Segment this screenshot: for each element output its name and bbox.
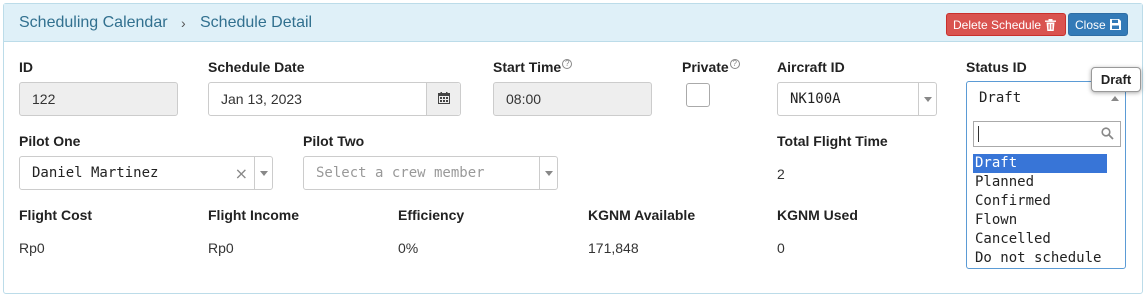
id-field[interactable]: 122 <box>19 82 178 116</box>
schedule-date-field[interactable]: Jan 13, 2023 <box>208 82 461 116</box>
breadcrumb-current: Schedule Detail <box>200 14 313 31</box>
pilot-one-select[interactable]: Daniel Martinez × <box>19 156 273 190</box>
calendar-button[interactable] <box>426 83 460 115</box>
save-icon <box>1109 19 1121 30</box>
calendar-icon <box>437 91 450 107</box>
pilot-one-label: Pilot One <box>19 133 81 149</box>
status-option-planned[interactable]: Planned <box>973 173 1121 192</box>
kgnm-used-value: 0 <box>777 240 785 256</box>
private-label: Private? <box>682 59 740 75</box>
id-label: ID <box>19 59 33 75</box>
flight-cost-value: Rp0 <box>19 240 45 256</box>
flight-income-value: Rp0 <box>208 240 234 256</box>
chevron-down-icon[interactable] <box>918 83 936 115</box>
private-help-icon[interactable]: ? <box>729 59 740 69</box>
chevron-down-icon[interactable] <box>539 157 557 189</box>
start-time-label-text: Start Time <box>493 59 562 75</box>
aircraft-id-label: Aircraft ID <box>777 59 845 75</box>
status-id-dropdown[interactable]: Draft Draft Planned Confirmed Flown Canc… <box>966 81 1126 269</box>
kgnm-available-label: KGNM Available <box>588 207 696 223</box>
status-search-input[interactable] <box>973 121 1121 147</box>
breadcrumb-separator: › <box>181 15 186 31</box>
flight-income-label: Flight Income <box>208 207 299 223</box>
efficiency-value: 0% <box>398 240 419 256</box>
pilot-two-select[interactable]: Select a crew member <box>303 156 558 190</box>
close-label: Close <box>1075 17 1106 32</box>
chevron-up-icon[interactable] <box>1111 96 1119 101</box>
search-icon <box>1101 127 1114 143</box>
text-cursor <box>978 126 979 142</box>
trash-icon <box>1045 18 1057 31</box>
pilot-two-placeholder: Select a crew member <box>316 165 485 181</box>
status-id-label: Status ID <box>966 59 1027 75</box>
efficiency-label: Efficiency <box>398 207 465 223</box>
close-button[interactable]: Close <box>1068 13 1128 36</box>
pilot-two-label: Pilot Two <box>303 133 365 149</box>
status-option-cancelled[interactable]: Cancelled <box>973 230 1121 249</box>
start-time-field[interactable]: 08:00 <box>493 82 652 116</box>
status-option-draft[interactable]: Draft <box>973 154 1107 173</box>
private-checkbox[interactable] <box>686 83 710 107</box>
aircraft-id-value: NK100A <box>790 91 841 107</box>
delete-schedule-button[interactable]: Delete Schedule <box>946 13 1066 36</box>
status-option-confirmed[interactable]: Confirmed <box>973 192 1121 211</box>
status-option-do-not-schedule[interactable]: Do not schedule <box>973 249 1121 268</box>
clear-icon[interactable]: × <box>235 164 248 183</box>
pilot-one-value: Daniel Martinez <box>32 165 159 181</box>
schedule-date-value: Jan 13, 2023 <box>221 91 302 107</box>
kgnm-available-value: 171,848 <box>588 240 639 256</box>
kgnm-used-label: KGNM Used <box>777 207 858 223</box>
total-flight-time-value: 2 <box>777 166 785 182</box>
status-options-list: Draft Planned Confirmed Flown Cancelled … <box>973 154 1121 268</box>
aircraft-id-select[interactable]: NK100A <box>777 82 937 116</box>
chevron-down-icon[interactable] <box>254 157 272 189</box>
start-time-help-icon[interactable]: ? <box>562 59 573 69</box>
status-id-value: Draft <box>979 90 1022 106</box>
schedule-date-label: Schedule Date <box>208 59 305 75</box>
total-flight-time-label: Total Flight Time <box>777 133 888 149</box>
status-option-flown[interactable]: Flown <box>973 211 1121 230</box>
delete-schedule-label: Delete Schedule <box>953 17 1042 32</box>
flight-cost-label: Flight Cost <box>19 207 93 223</box>
status-tooltip: Draft <box>1091 67 1141 92</box>
breadcrumb-scheduling-calendar[interactable]: Scheduling Calendar <box>19 14 168 32</box>
panel-header: Scheduling Calendar › Schedule Detail De… <box>4 4 1142 42</box>
start-time-label: Start Time? <box>493 59 573 75</box>
private-label-text: Private <box>682 59 729 75</box>
